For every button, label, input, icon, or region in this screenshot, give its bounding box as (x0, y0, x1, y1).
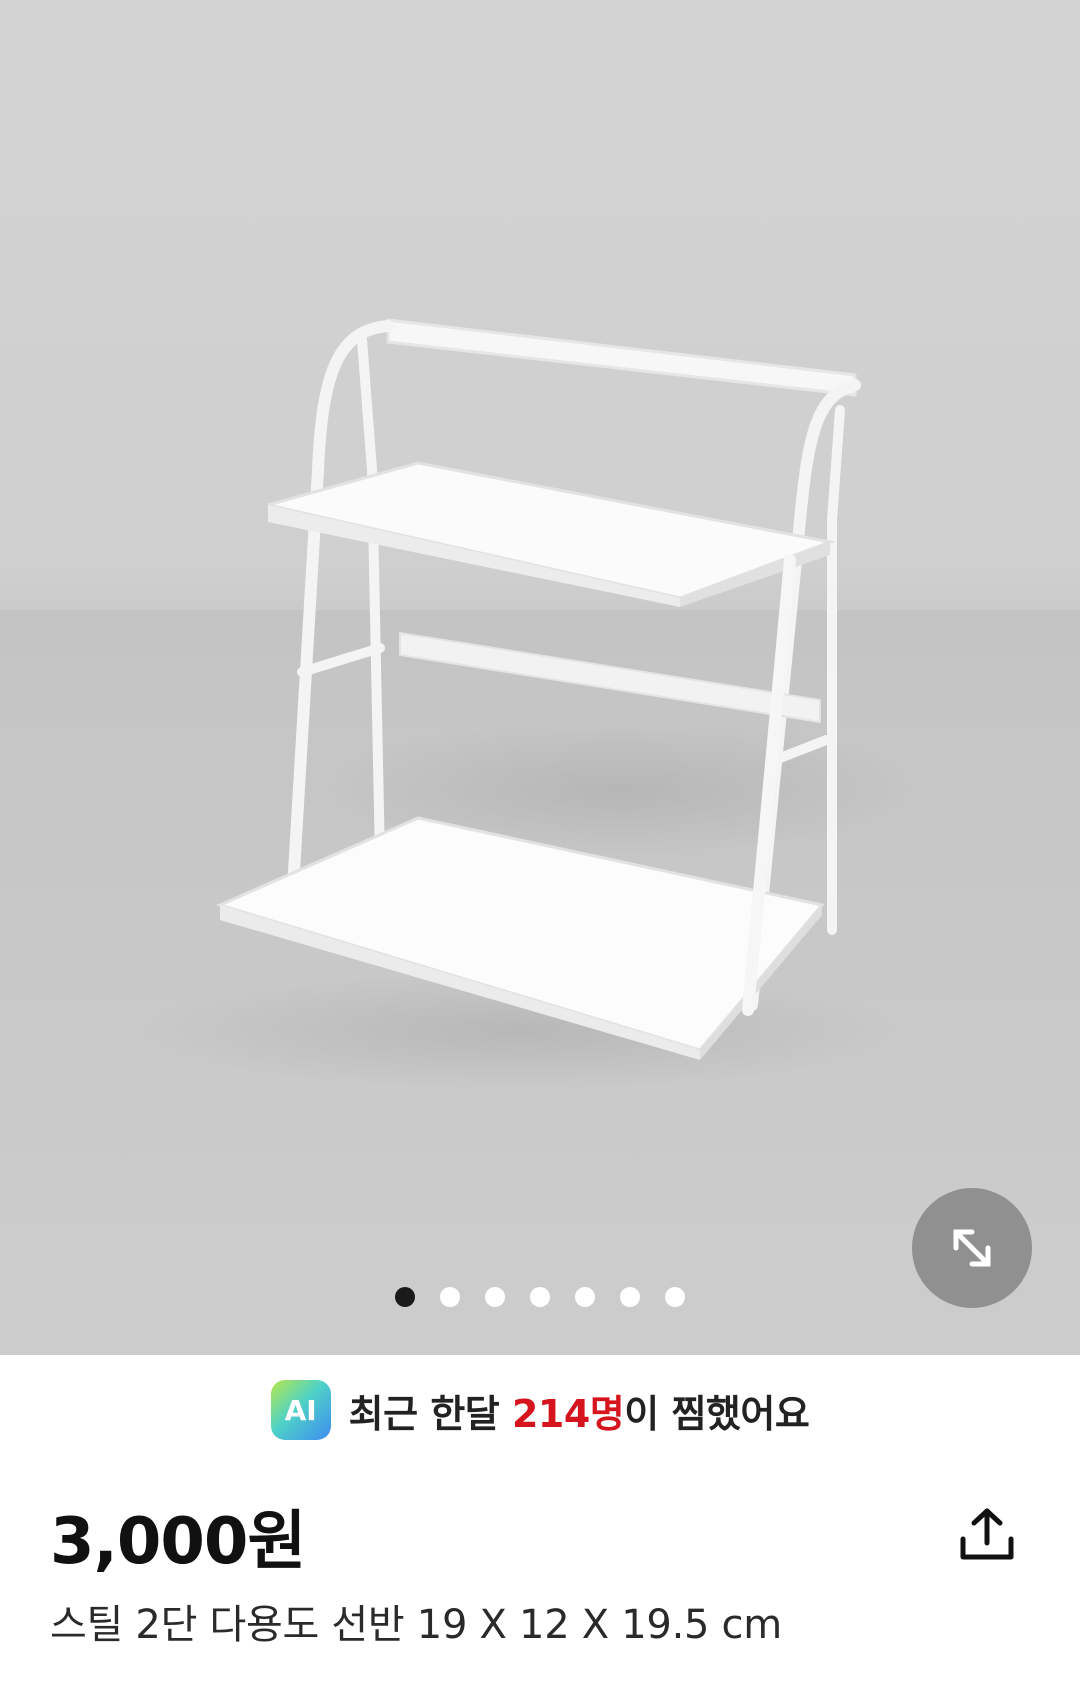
expand-arrows-icon (953, 1229, 991, 1267)
pagination-dot-4[interactable] (530, 1287, 550, 1307)
ai-badge-icon: AI (270, 1380, 331, 1440)
wishlist-stat-banner: AI 최근 한달 214명이 찜했어요 (0, 1355, 1080, 1465)
pagination-dot-3[interactable] (485, 1287, 505, 1307)
wishlist-stat-text: 최근 한달 214명이 찜했어요 (349, 1383, 810, 1438)
pagination-dot-1[interactable] (395, 1287, 415, 1307)
wishlist-text-after: 이 찜했어요 (624, 1391, 810, 1436)
wishlist-count: 214명 (511, 1391, 625, 1436)
gallery-pagination (0, 1287, 1080, 1307)
share-button[interactable] (952, 1500, 1022, 1570)
product-title: 스틸 2단 다용도 선반 19 X 12 X 19.5 cm (50, 1602, 782, 1648)
product-photo (0, 318, 1080, 1355)
product-detail-page: AI 최근 한달 214명이 찜했어요 3,000원 스틸 2단 다용도 선반 … (0, 0, 1080, 1687)
product-price: 3,000원 (50, 1505, 306, 1579)
wishlist-text-before: 최근 한달 (348, 1391, 512, 1436)
share-upload-icon (960, 1508, 1014, 1560)
product-image-gallery[interactable] (0, 0, 1080, 1355)
pagination-dot-5[interactable] (575, 1287, 595, 1307)
pagination-dot-6[interactable] (620, 1287, 640, 1307)
pagination-dot-2[interactable] (440, 1287, 460, 1307)
pagination-dot-7[interactable] (665, 1287, 685, 1307)
